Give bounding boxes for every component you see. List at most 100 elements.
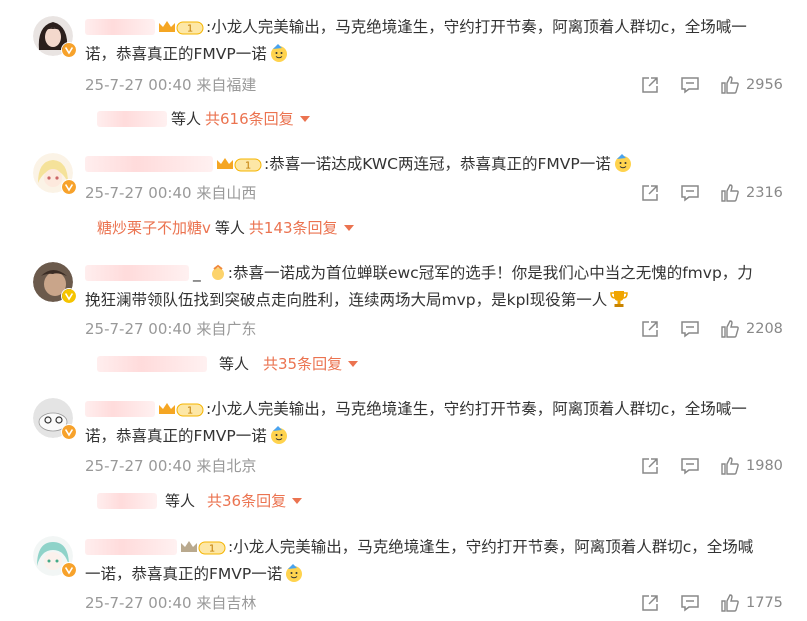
caret-down-icon <box>299 116 310 122</box>
celebrate-emoji-icon <box>614 154 631 172</box>
like-count: 1980 <box>746 458 783 474</box>
reply-and-others: 等人 <box>171 110 202 128</box>
comment-meta: 25-7-27 00:40 来自北京 <box>85 456 256 476</box>
svg-text:1: 1 <box>187 24 193 35</box>
comment-actions: 2208 <box>638 319 788 339</box>
reply-count-link[interactable]: 共616条回复 <box>205 110 294 128</box>
comment-body: :恭喜一诺成为首位蝉联ewc冠军的选手！你是我们心中当之无愧的fmvp，力 <box>227 264 753 282</box>
comment-body-cont: 诺，恭喜真正的FMVP一诺 <box>85 427 267 445</box>
like-count: 2956 <box>746 77 783 93</box>
reply-count-link[interactable]: 共143条回复 <box>249 219 338 237</box>
reply-username[interactable] <box>97 493 157 509</box>
vip-level-badge-icon: 1 <box>159 403 204 417</box>
svg-text:1: 1 <box>245 161 251 172</box>
celebrate-emoji-icon <box>270 426 287 444</box>
fan-badge-icon <box>211 264 224 280</box>
comment-text: 1 :恭喜一诺达成KWC两连冠，恭喜真正的FMVP一诺 <box>85 151 785 178</box>
comment-actions: 2316 <box>638 183 788 203</box>
like-icon[interactable] <box>720 75 740 95</box>
comment-text: 1 :小龙人完美输出，马克绝境逢生，守约打开节奏，阿离顶着人群切c，全场喊 <box>85 534 785 561</box>
avatar[interactable] <box>33 398 77 440</box>
reply-summary[interactable]: 等人 共616条回复 <box>85 108 310 130</box>
comment-meta: 25-7-27 00:40 来自广东 <box>85 319 256 339</box>
username[interactable] <box>85 19 155 35</box>
reply-and-others: 等人 <box>214 219 245 237</box>
timestamp: 25-7-27 00:40 <box>85 76 192 94</box>
share-icon[interactable] <box>640 75 660 95</box>
reply-username[interactable] <box>97 356 207 372</box>
comment-body: :小龙人完美输出，马克绝境逢生，守约打开节奏，阿离顶着人群切c，全场喊一 <box>206 18 747 36</box>
celebrate-emoji-icon <box>286 564 303 582</box>
svg-text:1: 1 <box>209 544 215 555</box>
comment-icon[interactable] <box>680 75 700 95</box>
avatar[interactable] <box>33 16 77 58</box>
ip-location: 来自广东 <box>196 320 257 338</box>
ip-location: 来自福建 <box>196 76 257 94</box>
like-count: 2316 <box>746 185 783 201</box>
comment-body-cont: 诺，恭喜真正的FMVP一诺 <box>85 45 267 63</box>
trophy-emoji-icon <box>610 291 628 307</box>
comment-meta: 25-7-27 00:40 来自山西 <box>85 183 256 203</box>
ip-location: 来自吉林 <box>196 594 257 612</box>
username[interactable] <box>85 156 213 172</box>
comment-text-line2: 挽狂澜带领队伍找到突破点走向胜利，连续两场大局mvp，是kpl现役第一人 <box>85 287 785 314</box>
verified-badge-icon <box>61 288 77 304</box>
reply-and-others: 等人 <box>219 355 250 373</box>
share-icon[interactable] <box>640 183 660 203</box>
timestamp: 25-7-27 00:40 <box>85 320 192 338</box>
reply-and-others: 等人 <box>165 492 196 510</box>
comment-icon[interactable] <box>680 319 700 339</box>
comment-text: 1 :小龙人完美输出，马克绝境逢生，守约打开节奏，阿离顶着人群切c，全场喊一 <box>85 396 785 423</box>
comment-meta: 25-7-27 00:40 来自福建 <box>85 75 256 95</box>
like-count: 1775 <box>746 595 783 611</box>
comment-body-cont: 一诺，恭喜真正的FMVP一诺 <box>85 565 283 583</box>
username[interactable] <box>85 401 155 417</box>
comment-icon[interactable] <box>680 593 700 613</box>
reply-username[interactable] <box>97 111 167 127</box>
like-icon[interactable] <box>720 319 740 339</box>
reply-count-link[interactable]: 共35条回复 <box>263 355 342 373</box>
comment-text: _:恭喜一诺成为首位蝉联ewc冠军的选手！你是我们心中当之无愧的fmvp，力 <box>85 260 785 287</box>
comment-text: 1 :小龙人完美输出，马克绝境逢生，守约打开节奏，阿离顶着人群切c，全场喊一 <box>85 14 785 41</box>
vip-level-badge-icon: 1 <box>159 21 204 35</box>
vip-level-badge-icon: 1 <box>181 541 226 555</box>
verified-badge-icon <box>61 562 77 578</box>
avatar[interactable] <box>33 262 77 304</box>
comment-body: :小龙人完美输出，马克绝境逢生，守约打开节奏，阿离顶着人群切c，全场喊 <box>228 538 754 556</box>
comment-actions: 1980 <box>638 456 788 476</box>
username[interactable] <box>85 265 189 281</box>
comment-text-line2: 诺，恭喜真正的FMVP一诺 <box>85 423 785 450</box>
share-icon[interactable] <box>640 319 660 339</box>
caret-down-icon <box>343 225 354 231</box>
ip-location: 来自北京 <box>196 457 257 475</box>
reply-summary[interactable]: 糖炒栗子不加糖v 等人 共143条回复 <box>85 217 354 239</box>
share-icon[interactable] <box>640 456 660 476</box>
comment-text-line2: 诺，恭喜真正的FMVP一诺 <box>85 41 785 68</box>
comment-body-cont: 挽狂澜带领队伍找到突破点走向胜利，连续两场大局mvp，是kpl现役第一人 <box>85 291 608 309</box>
like-icon[interactable] <box>720 456 740 476</box>
caret-down-icon <box>348 361 359 367</box>
reply-summary[interactable]: 等人 共35条回复 <box>85 353 359 375</box>
timestamp: 25-7-27 00:40 <box>85 594 192 612</box>
comment-text-line2: 一诺，恭喜真正的FMVP一诺 <box>85 561 785 588</box>
reply-username[interactable]: 糖炒栗子不加糖v <box>97 219 211 237</box>
like-icon[interactable] <box>720 593 740 613</box>
timestamp: 25-7-27 00:40 <box>85 184 192 202</box>
comment-actions: 2956 <box>638 75 788 95</box>
celebrate-emoji-icon <box>270 44 287 62</box>
svg-text:1: 1 <box>187 406 193 417</box>
comment-body: :小龙人完美输出，马克绝境逢生，守约打开节奏，阿离顶着人群切c，全场喊一 <box>206 400 747 418</box>
verified-badge-icon <box>61 424 77 440</box>
reply-summary[interactable]: 等人 共36条回复 <box>85 490 303 512</box>
comment-icon[interactable] <box>680 456 700 476</box>
avatar[interactable] <box>33 153 77 195</box>
username[interactable] <box>85 539 177 555</box>
comment-icon[interactable] <box>680 183 700 203</box>
reply-count-link[interactable]: 共36条回复 <box>207 492 286 510</box>
verified-badge-icon <box>61 42 77 58</box>
share-icon[interactable] <box>640 593 660 613</box>
avatar[interactable] <box>33 536 77 578</box>
like-icon[interactable] <box>720 183 740 203</box>
timestamp: 25-7-27 00:40 <box>85 457 192 475</box>
ip-location: 来自山西 <box>196 184 257 202</box>
